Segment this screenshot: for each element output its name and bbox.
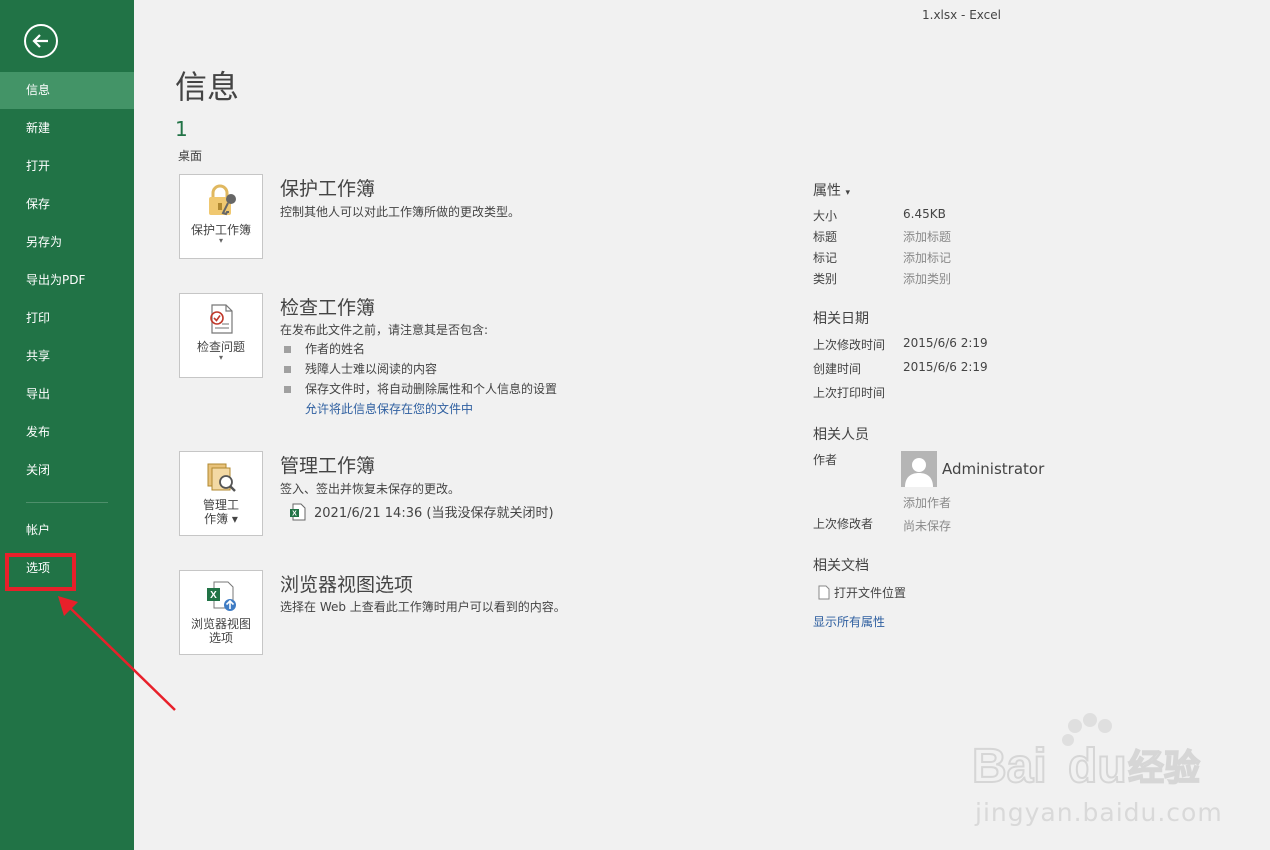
author-label: 作者 — [813, 453, 838, 467]
window-title: 1.xlsx - Excel — [922, 8, 1001, 22]
inspect-workbook-title: 检查工作簿 — [280, 297, 376, 319]
svg-text:X: X — [292, 510, 297, 517]
manage-versions-icon — [207, 463, 236, 492]
nav-save[interactable]: 保存 — [0, 186, 134, 223]
document-icon — [818, 585, 830, 600]
manage-workbook-desc: 签入、签出并恢复未保存的更改。 — [280, 482, 461, 496]
author-avatar — [901, 451, 937, 487]
inspect-bullet: 保存文件时，将自动删除属性和个人信息的设置 — [284, 380, 557, 397]
inspect-bullet: 残障人士难以阅读的内容 — [284, 360, 437, 377]
file-name: 1 — [175, 117, 188, 141]
nav-account[interactable]: 帐户 — [0, 512, 134, 549]
created-value: 2015/6/6 2:19 — [903, 360, 988, 374]
back-arrow-icon — [32, 34, 48, 48]
add-title-field[interactable]: 添加标题 — [903, 228, 951, 245]
check-for-issues-button-label: 检查问题 — [196, 340, 245, 354]
inspect-bullet: 作者的姓名 — [284, 340, 365, 357]
title-label: 标题 — [813, 230, 838, 244]
last-modified-value: 2015/6/6 2:19 — [903, 336, 988, 350]
size-value: 6.45KB — [903, 207, 946, 221]
nav-save-as[interactable]: 另存为 — [0, 224, 134, 261]
nav-new[interactable]: 新建 — [0, 110, 134, 147]
add-author-field[interactable]: 添加作者 — [903, 494, 951, 511]
options-highlight-box — [5, 553, 76, 591]
manage-workbook-button[interactable]: 管理工 作簿 ▾ — [179, 451, 263, 536]
inspect-workbook-desc: 在发布此文件之前，请注意其是否包含: — [280, 323, 489, 337]
nav-info[interactable]: 信息 — [0, 72, 134, 109]
svg-text:经验: 经验 — [1128, 748, 1200, 789]
inspect-document-icon — [210, 304, 233, 334]
related-dates-heading: 相关日期 — [813, 311, 869, 327]
browser-view-title: 浏览器视图选项 — [280, 574, 414, 596]
last-printed-label: 上次打印时间 — [813, 386, 886, 400]
manage-workbook-button-label: 管理工 作簿 ▾ — [202, 498, 239, 526]
watermark-url: jingyan.baidu.com — [975, 798, 1223, 827]
back-button[interactable] — [24, 24, 58, 58]
nav-divider — [26, 502, 108, 503]
protect-workbook-title: 保护工作簿 — [280, 178, 376, 200]
add-tags-field[interactable]: 添加标记 — [903, 249, 951, 266]
nav-publish[interactable]: 发布 — [0, 414, 134, 451]
nav-print[interactable]: 打印 — [0, 300, 134, 337]
dropdown-caret-icon: ▾ — [218, 353, 223, 362]
browser-view-options-button[interactable]: X 浏览器视图 选项 — [179, 570, 263, 655]
browser-view-icon: X — [207, 581, 236, 611]
svg-text:du: du — [1068, 740, 1127, 793]
open-file-location-link[interactable]: 打开文件位置 — [813, 584, 906, 601]
nav-export-pdf[interactable]: 导出为PDF — [0, 262, 134, 299]
related-docs-heading: 相关文档 — [813, 558, 869, 574]
show-all-properties-link[interactable]: 显示所有属性 — [813, 613, 885, 630]
protect-workbook-button-label: 保护工作簿 — [190, 223, 251, 237]
last-modified-by-value: 尚未保存 — [903, 519, 952, 533]
last-modified-label: 上次修改时间 — [813, 338, 886, 352]
size-label: 大小 — [813, 209, 838, 223]
category-label: 类别 — [813, 272, 838, 286]
browser-view-options-button-label: 浏览器视图 选项 — [190, 617, 251, 645]
nav-open[interactable]: 打开 — [0, 148, 134, 185]
last-modified-by-label: 上次修改者 — [813, 517, 874, 531]
annotation-arrow — [58, 596, 176, 711]
protect-workbook-button[interactable]: 保护工作簿 ▾ — [179, 174, 263, 259]
autosave-version-label: 2021/6/21 14:36 (当我没保存就关闭时) — [314, 506, 554, 521]
backstage-sidebar: 信息 新建 打开 保存 另存为 导出为PDF 打印 共享 导出 发布 关闭 帐户… — [0, 0, 134, 850]
nav-share[interactable]: 共享 — [0, 338, 134, 375]
svg-text:X: X — [210, 590, 217, 601]
dropdown-caret-icon: ▾ — [218, 236, 223, 245]
tags-label: 标记 — [813, 251, 838, 265]
protect-workbook-desc: 控制其他人可以对此工作簿所做的更改类型。 — [280, 205, 521, 219]
created-label: 创建时间 — [813, 362, 862, 376]
user-silhouette-icon — [905, 458, 933, 487]
baidu-watermark-logo: Bai du 经验 — [971, 713, 1201, 794]
check-for-issues-button[interactable]: 检查问题 ▾ — [179, 293, 263, 378]
add-category-field[interactable]: 添加类别 — [903, 270, 951, 287]
nav-export[interactable]: 导出 — [0, 376, 134, 413]
manage-workbook-title: 管理工作簿 — [280, 455, 376, 477]
related-people-heading: 相关人员 — [813, 427, 869, 443]
excel-file-icon: X — [290, 503, 306, 520]
file-location: 桌面 — [178, 149, 203, 163]
allow-save-info-link[interactable]: 允许将此信息保存在您的文件中 — [305, 400, 473, 417]
nav-close[interactable]: 关闭 — [0, 452, 134, 489]
browser-view-desc: 选择在 Web 上查看此工作簿时用户可以看到的内容。 — [280, 600, 566, 614]
page-title: 信息 — [175, 68, 240, 106]
lock-key-icon — [209, 184, 236, 216]
svg-text:Bai: Bai — [972, 740, 1047, 793]
autosave-version-item[interactable]: X 2021/6/21 14:36 (当我没保存就关闭时) — [290, 502, 554, 521]
properties-heading[interactable]: 属性 ▾ — [813, 180, 850, 200]
author-name: Administrator — [942, 460, 1045, 478]
